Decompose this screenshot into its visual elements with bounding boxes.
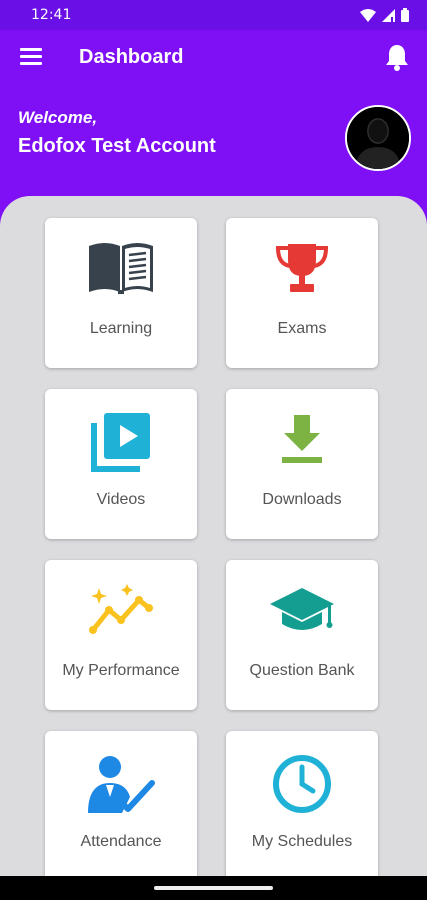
trophy-icon [275, 244, 329, 292]
hamburger-menu-icon[interactable] [20, 48, 42, 68]
tile-attendance[interactable]: Attendance [45, 731, 197, 881]
welcome-text: Welcome, [18, 108, 98, 127]
attendance-user-check-icon [88, 756, 155, 813]
status-bar: 12:41 [0, 0, 427, 30]
tile-label: Exams [277, 320, 327, 337]
wifi-icon [360, 8, 376, 22]
signal-icon [382, 8, 395, 22]
avatar[interactable] [345, 105, 411, 171]
tile-label: Attendance [80, 833, 162, 850]
notification-bell-icon[interactable] [385, 43, 409, 71]
tile-label: My Performance [62, 662, 180, 679]
account-name: Edofox Test Account [18, 135, 216, 157]
tile-videos[interactable]: Videos [45, 389, 197, 539]
tile-label: Videos [96, 491, 146, 508]
page-title: Dashboard [79, 46, 184, 68]
home-gesture-handle[interactable] [154, 886, 273, 890]
tile-exams[interactable]: Exams [226, 218, 378, 368]
tile-my-performance[interactable]: My Performance [45, 560, 197, 710]
open-book-icon [89, 243, 153, 294]
tile-label: Learning [89, 320, 153, 337]
tile-label: Downloads [262, 491, 342, 508]
tile-learning[interactable]: Learning [45, 218, 197, 368]
tile-my-schedules[interactable]: My Schedules [226, 731, 378, 881]
tile-question-bank[interactable]: Question Bank [226, 560, 378, 710]
user-silhouette-icon [347, 107, 409, 169]
tile-label: My Schedules [251, 833, 353, 850]
dashboard-grid: Learning Exams Videos Downloads My Perfo… [0, 196, 427, 881]
graduation-cap-icon [270, 588, 334, 630]
video-library-icon [91, 413, 150, 472]
tile-label: Question Bank [249, 662, 355, 679]
clock-icon [273, 755, 331, 813]
status-time: 12:41 [31, 7, 72, 23]
battery-icon [401, 8, 409, 22]
system-nav-bar [0, 876, 427, 900]
performance-chart-icon [89, 584, 153, 634]
download-icon [282, 415, 322, 463]
tile-downloads[interactable]: Downloads [226, 389, 378, 539]
status-icons [360, 8, 409, 22]
